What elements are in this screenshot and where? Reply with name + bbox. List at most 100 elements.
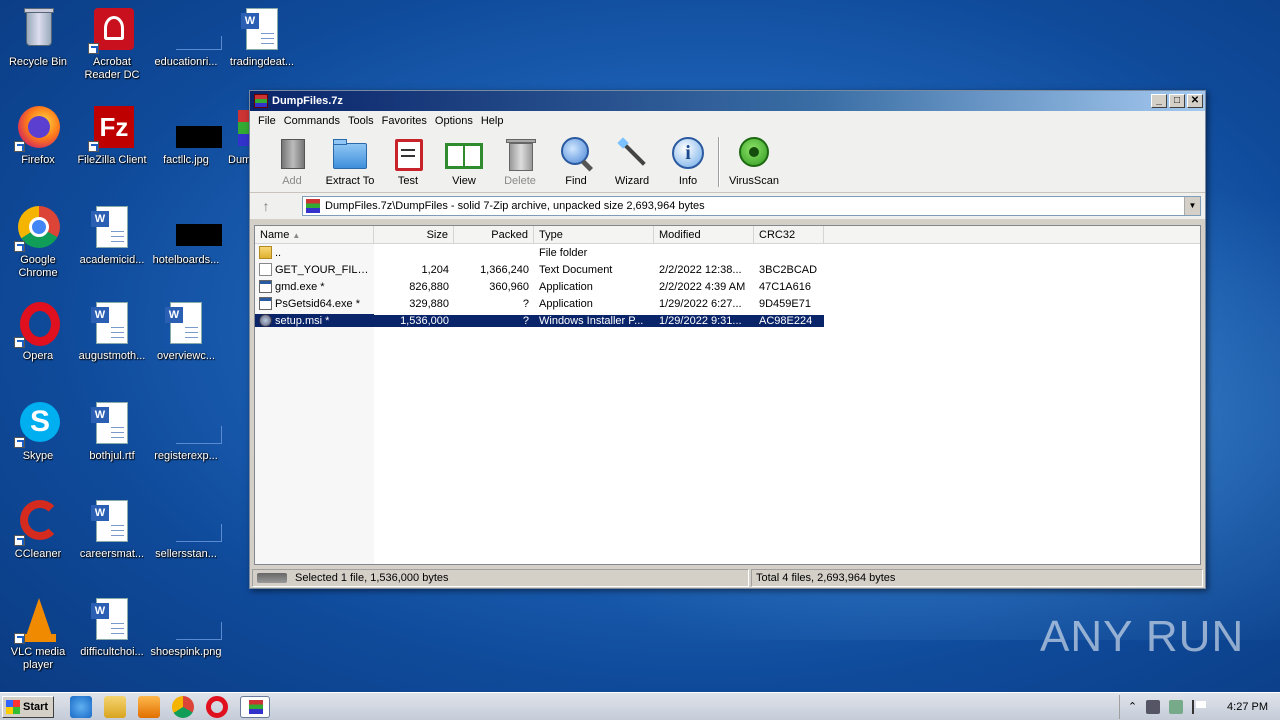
desktop-icon-recycle-bin[interactable]: Recycle Bin — [0, 6, 76, 96]
minimize-button[interactable]: _ — [1151, 94, 1167, 108]
word-document-icon: W — [88, 300, 136, 348]
file-name: GET_YOUR_FILE... — [275, 263, 369, 276]
cell-packed: 360,960 — [489, 280, 529, 293]
desktop-icon-ccleaner[interactable]: CCleaner — [0, 498, 76, 588]
desktop-icon-firefox[interactable]: Firefox — [0, 104, 76, 194]
desktop-icon-sellersstan[interactable]: sellersstan... — [148, 498, 224, 588]
menu-commands[interactable]: Commands — [280, 115, 344, 127]
desktop-icon-label: difficultchoi... — [80, 646, 144, 658]
desktop-icon-difficultchoi[interactable]: W difficultchoi... — [74, 596, 150, 686]
desktop-icon-filezilla[interactable]: Fz FileZilla Client — [74, 104, 150, 194]
cell-name: setup.msi * — [255, 314, 374, 327]
chevron-down-icon[interactable]: ▼ — [1184, 197, 1200, 215]
address-text: DumpFiles.7z\DumpFiles - solid 7-Zip arc… — [325, 200, 705, 212]
network-icon[interactable] — [1169, 699, 1184, 714]
table-row[interactable]: gmd.exe * 826,880 360,960 Application 2/2/20… — [255, 278, 1200, 295]
delete-button[interactable]: Delete — [492, 135, 548, 187]
clock[interactable]: 4:27 PM — [1227, 701, 1268, 713]
info-button[interactable]: i Info — [660, 135, 716, 187]
table-row[interactable]: GET_YOUR_FILE... 1,204 1,366,240 Text Docum… — [255, 261, 1200, 278]
column-header-crc32[interactable]: CRC32 — [754, 226, 824, 243]
desktop-icon-factllc[interactable]: factllc.jpg — [148, 104, 224, 194]
archive-icon — [306, 199, 320, 213]
wizard-label: Wizard — [614, 175, 650, 187]
desktop-icon-educationri[interactable]: educationri... — [148, 6, 224, 96]
file-name: gmd.exe * — [275, 280, 325, 293]
extract-to-button[interactable]: Extract To — [320, 135, 380, 187]
menu-options[interactable]: Options — [431, 115, 477, 127]
add-button[interactable]: Add — [264, 135, 320, 187]
virusscan-button[interactable]: VirusScan — [724, 135, 784, 187]
desktop-icon-academicid[interactable]: W academicid... — [74, 204, 150, 294]
desktop-icon-opera[interactable]: Opera — [0, 300, 76, 390]
desktop-icon-careersmat[interactable]: W careersmat... — [74, 498, 150, 588]
column-header-packed[interactable]: Packed — [454, 226, 534, 243]
desktop-icon-shoespink[interactable]: shoespink.png — [148, 596, 224, 686]
desktop-icon-vlc[interactable]: VLC media player — [0, 596, 76, 686]
start-label: Start — [23, 700, 49, 713]
status-bar: Selected 1 file, 1,536,000 bytes Total 4… — [252, 569, 1203, 587]
chrome-taskbar-icon[interactable] — [172, 695, 194, 718]
close-button[interactable]: ✕ — [1187, 94, 1203, 108]
winrar-window[interactable]: DumpFiles.7z _ □ ✕ File Commands Tools F… — [249, 90, 1206, 589]
word-document-icon: W — [88, 204, 136, 252]
column-header-modified[interactable]: Modified — [654, 226, 754, 243]
winrar-taskbar-button[interactable] — [240, 695, 270, 718]
column-header-size[interactable]: Size — [374, 226, 454, 243]
opera-taskbar-icon[interactable] — [206, 695, 228, 718]
explorer-folder-icon[interactable] — [104, 695, 126, 718]
toolbar: Add Extract To Test View Delete Find Wiz… — [250, 131, 1205, 193]
desktop-icon-bothjul[interactable]: W bothjul.rtf — [74, 400, 150, 490]
menu-favorites[interactable]: Favorites — [378, 115, 431, 127]
desktop-icon-skype[interactable]: S Skype — [0, 400, 76, 490]
desktop-icon-label: FileZilla Client — [77, 154, 147, 166]
sort-ascending-icon: ▲ — [292, 231, 301, 240]
desktop-icon-acrobat[interactable]: Acrobat Reader DC — [74, 6, 150, 96]
status-total: Total 4 files, 2,693,964 bytes — [756, 572, 896, 584]
window-titlebar[interactable]: DumpFiles.7z _ □ ✕ — [250, 91, 1205, 111]
desktop-icon-hotelboards[interactable]: hotelboards... — [148, 204, 224, 294]
desktop-icon-tradingdeat[interactable]: W tradingdeat... — [224, 6, 300, 96]
anyrun-watermark: ANY RUN — [1040, 612, 1245, 661]
msi-file-icon — [259, 314, 272, 327]
action-center-flag-icon[interactable] — [1192, 699, 1207, 714]
desktop-icon-label: careersmat... — [79, 548, 145, 560]
desktop-icon-chrome[interactable]: Google Chrome — [0, 204, 76, 294]
table-row[interactable]: PsGetsid64.exe * 329,880? Application 1/29/… — [255, 295, 1200, 312]
cell-size: 329,880 — [409, 297, 449, 310]
table-row[interactable]: .. File folder — [255, 244, 1200, 261]
menu-bar: File Commands Tools Favorites Options He… — [250, 111, 1205, 131]
internet-explorer-icon[interactable] — [70, 695, 92, 718]
maximize-button[interactable]: □ — [1169, 94, 1185, 108]
folder-file-icon — [259, 246, 272, 259]
system-tray: ⌃ 4:27 PM — [1118, 694, 1280, 719]
column-header-name[interactable]: Name ▲ — [255, 226, 374, 243]
menu-tools[interactable]: Tools — [344, 115, 378, 127]
table-row[interactable]: setup.msi * 1,536,000? Windows Installer P… — [255, 312, 1200, 329]
view-button[interactable]: View — [436, 135, 492, 187]
menu-file[interactable]: File — [254, 115, 280, 127]
desktop-icon-registerexp[interactable]: registerexp... — [148, 400, 224, 490]
find-button[interactable]: Find — [548, 135, 604, 187]
blank-file-icon — [162, 400, 222, 448]
wizard-button[interactable]: Wizard — [604, 135, 660, 187]
desktop-icon-label: factllc.jpg — [163, 154, 209, 166]
up-arrow-icon[interactable]: ↑ — [254, 196, 278, 216]
start-button[interactable]: Start — [2, 695, 54, 718]
file-list[interactable]: Name ▲ Size Packed Type Modified CRC32 .… — [254, 225, 1201, 565]
desktop-icon-label: sellersstan... — [155, 548, 217, 560]
file-name: PsGetsid64.exe * — [275, 297, 360, 310]
menu-help[interactable]: Help — [477, 115, 508, 127]
volume-icon[interactable] — [1146, 699, 1161, 714]
address-combobox[interactable]: DumpFiles.7z\DumpFiles - solid 7-Zip arc… — [302, 196, 1201, 216]
toolbar-separator — [718, 137, 720, 187]
test-button[interactable]: Test — [380, 135, 436, 187]
cell-name: gmd.exe * — [255, 280, 374, 293]
column-header-type[interactable]: Type — [534, 226, 654, 243]
cell-type: File folder — [539, 246, 588, 259]
media-player-icon[interactable] — [138, 695, 160, 718]
show-hidden-icons[interactable]: ⌃ — [1128, 700, 1137, 713]
taskbar: Start ⌃ 4:27 PM — [0, 692, 1280, 720]
desktop-icon-augustmoth[interactable]: W augustmoth... — [74, 300, 150, 390]
desktop-icon-overviewc[interactable]: W overviewc... — [148, 300, 224, 390]
